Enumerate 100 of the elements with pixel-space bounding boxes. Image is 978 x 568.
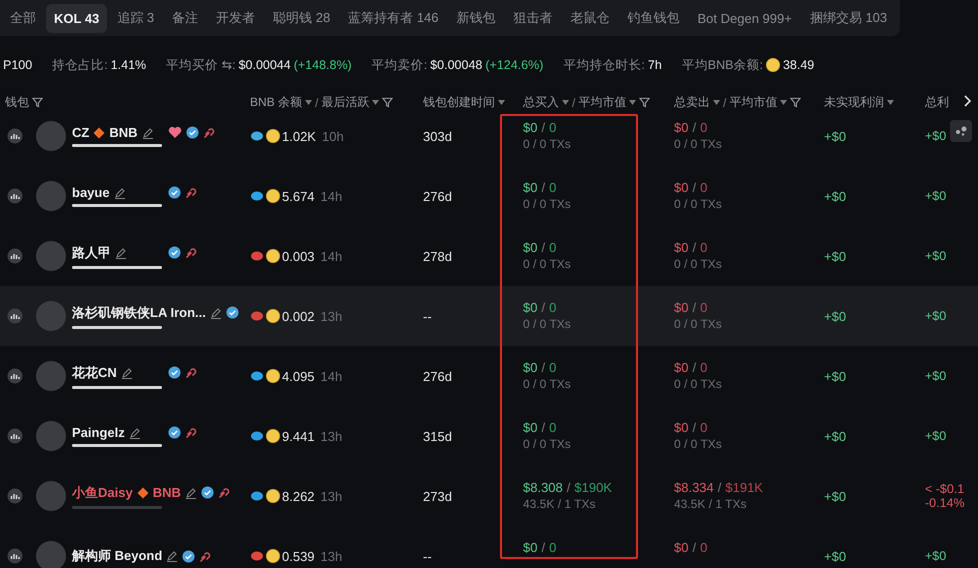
average-market-cap: 0 [549, 540, 556, 555]
bnb-balance: 0.539 [282, 548, 315, 564]
stat-label: 平均持仓时长: [563, 56, 645, 74]
wallet-age: 278d [423, 248, 452, 264]
bnb-balance: 4.095 [282, 368, 315, 384]
verified-icon [168, 426, 181, 439]
stat-change: (+148.8%) [294, 58, 352, 72]
chain-link-icon[interactable] [203, 126, 217, 139]
pencil-icon[interactable] [184, 486, 197, 498]
column-header[interactable]: 总买入 [523, 94, 559, 111]
column-header[interactable]: 平均市值 [729, 94, 778, 111]
chain-link-icon[interactable] [185, 366, 199, 379]
chain-link-icon[interactable] [218, 486, 232, 499]
wallet-icon[interactable] [7, 428, 23, 444]
sort-caret-icon[interactable] [713, 100, 720, 105]
pencil-icon[interactable] [114, 186, 126, 198]
tx-count: 0 / 0 TXs [674, 377, 722, 391]
chain-link-icon[interactable] [185, 186, 199, 199]
separator-slash: / [541, 240, 546, 255]
pencil-icon[interactable] [210, 306, 222, 318]
wallet-icon[interactable] [7, 308, 23, 324]
chevron-right-icon [963, 95, 971, 107]
unrealized-profit: +$0 [824, 368, 846, 384]
chain-link-icon[interactable] [185, 426, 199, 439]
sort-caret-icon[interactable] [562, 100, 569, 105]
coin-icon [266, 369, 280, 383]
column-header[interactable]: 平均市值 [578, 94, 626, 111]
tx-count: 0 / 0 TXs [674, 257, 722, 271]
wallet-name[interactable]: CZ [72, 125, 90, 140]
filter-tab[interactable]: 狙击者 [506, 2, 561, 34]
filter-tab[interactable]: KOL 43 [46, 4, 108, 32]
coin-icon [266, 429, 280, 443]
separator-slash: / [315, 96, 318, 110]
filter-tab[interactable]: 蓝筹持有者 146 [340, 2, 447, 34]
pencil-icon[interactable] [142, 126, 154, 138]
pencil-icon[interactable] [115, 246, 127, 258]
tx-count: 43.5K / 1 TXs [674, 497, 746, 511]
column-header[interactable]: 最后活跃 [321, 94, 370, 111]
filter-tab[interactable]: 追踪 3 [109, 2, 162, 34]
wallet-icon[interactable] [7, 368, 23, 384]
wallet-name[interactable]: 小鱼Daisy [72, 484, 133, 502]
average-market-cap: 0 [549, 420, 556, 435]
average-market-cap: 0 [700, 240, 708, 255]
wallet-icon[interactable] [7, 128, 23, 144]
sort-caret-icon[interactable] [372, 100, 380, 105]
column-header[interactable]: BNB 余额 [250, 94, 302, 111]
verified-icon [168, 366, 181, 379]
sort-caret-icon[interactable] [629, 100, 636, 105]
floating-button[interactable] [950, 120, 972, 142]
filter-icon[interactable] [790, 97, 802, 108]
wallet-icon[interactable] [7, 488, 23, 504]
total-amount: $0 [674, 180, 688, 195]
column-header[interactable]: 钱包创建时间 [423, 94, 495, 111]
column-header[interactable]: 总利 [925, 94, 949, 111]
wallet-name[interactable]: 洛杉矶钢铁侠LA Iron... [72, 304, 206, 322]
unrealized-profit: +$0 [824, 428, 846, 444]
column-header[interactable]: 总卖出 [674, 94, 710, 111]
stat-label: 平均卖价: [372, 56, 428, 74]
pencil-icon[interactable] [128, 426, 141, 438]
chain-link-icon[interactable] [185, 246, 199, 259]
average-market-cap: 0 [549, 360, 556, 375]
sort-caret-icon[interactable] [887, 100, 894, 105]
wallet-name[interactable]: Paingelz [72, 425, 125, 440]
wallet-age: -- [423, 548, 432, 564]
pencil-icon[interactable] [120, 366, 133, 378]
sort-caret-icon[interactable] [305, 100, 312, 105]
sort-caret-icon[interactable] [780, 100, 788, 105]
total-profit: +$0 [925, 429, 946, 443]
filter-tab[interactable]: 备注 [164, 2, 206, 34]
filter-tab[interactable]: 全部 [2, 2, 44, 34]
filter-icon[interactable] [382, 97, 394, 108]
filter-tab[interactable]: 钓鱼钱包 [620, 2, 688, 34]
wallet-name[interactable]: bayue [72, 185, 110, 200]
wallet-icon[interactable] [7, 548, 23, 564]
tx-count: 43.5K / 1 TXs [523, 497, 596, 511]
filter-icon[interactable] [639, 97, 650, 108]
sort-caret-icon[interactable] [498, 100, 505, 105]
wallet-name[interactable]: 解构师 Beyond [72, 547, 162, 565]
wallet-icon[interactable] [7, 188, 23, 204]
filter-tab[interactable]: Bot Degen 999+ [690, 4, 800, 32]
column-header[interactable]: 钱包 [5, 94, 29, 111]
wallet-name[interactable]: 路人甲 [72, 244, 111, 262]
chain-link-icon[interactable] [199, 550, 214, 562]
coin-icon [266, 249, 280, 263]
stat-value: 7h [648, 58, 662, 72]
wallet-icon[interactable] [7, 248, 23, 264]
pencil-icon[interactable] [166, 550, 178, 562]
last-active: 10h [322, 128, 344, 144]
average-market-cap: $191K [725, 480, 763, 495]
filter-tab[interactable]: 老鼠仓 [562, 2, 618, 34]
filter-icon[interactable] [32, 97, 43, 108]
column-header[interactable]: 未实现利润 [824, 94, 884, 111]
filter-tab[interactable]: 新钱包 [448, 2, 504, 34]
wallet-name[interactable]: 花花CN [72, 364, 117, 382]
filter-tab[interactable]: 聪明钱 28 [265, 2, 338, 34]
filter-tab[interactable]: 开发者 [208, 2, 264, 34]
filter-tab[interactable]: 捆绑交易 103 [802, 2, 896, 34]
separator-slash: / [541, 360, 546, 375]
tx-count: 0 / 0 TXs [674, 437, 722, 451]
diamond-icon [93, 126, 106, 138]
